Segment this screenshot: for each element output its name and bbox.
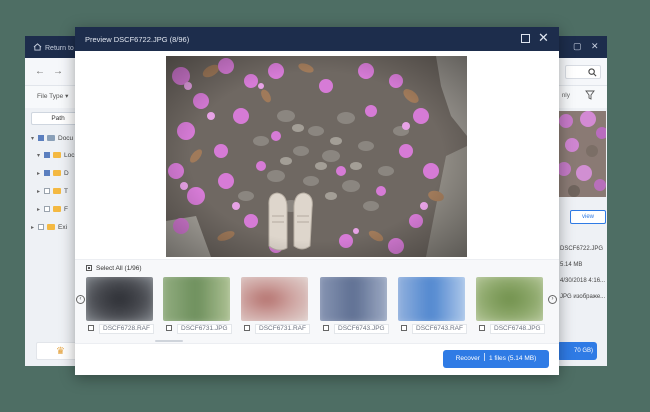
- folder-icon: [47, 135, 55, 141]
- preview-image: [166, 56, 467, 257]
- dialog-title: Preview DSCF6722.JPG (8/96): [85, 35, 190, 44]
- chevron-icon: ▾: [37, 153, 41, 159]
- folder-icon: [53, 188, 61, 194]
- return-link[interactable]: Return to: [33, 43, 74, 52]
- tree-label: T: [64, 188, 68, 195]
- tree-label: F: [64, 206, 68, 213]
- select-all-label: Select All (1/96): [96, 265, 142, 272]
- recover-label: Recover: [455, 355, 480, 362]
- thumbnail-checkbox[interactable]: [244, 325, 250, 331]
- home-icon: [33, 43, 42, 51]
- tree-checkbox[interactable]: [44, 206, 50, 212]
- tree-checkbox[interactable]: [44, 152, 50, 158]
- strip-scrollbar[interactable]: [155, 340, 183, 342]
- thumbnail-label[interactable]: DSCF6743.JPG: [323, 324, 389, 334]
- bg-recover-button[interactable]: 70 GB): [557, 342, 597, 360]
- thumbnail[interactable]: [163, 277, 230, 321]
- maximize-icon[interactable]: [521, 34, 530, 43]
- thumbnail-label[interactable]: DSCF6728.RAF: [88, 324, 154, 334]
- bg-preview-thumbnail: [558, 111, 606, 197]
- select-all-box[interactable]: [86, 265, 92, 271]
- tree-item-d[interactable]: ▸ D: [37, 170, 69, 182]
- thumbnail[interactable]: [86, 277, 153, 321]
- bg-close-icon[interactable]: ✕: [591, 41, 599, 52]
- tree-item-local[interactable]: ▾ Loc: [37, 152, 74, 164]
- chevron-icon: ▾: [31, 136, 35, 142]
- button-divider: [483, 353, 485, 361]
- file-type-label: File Type: [37, 93, 64, 100]
- thumbnail-checkbox[interactable]: [323, 325, 329, 331]
- tree-label: Docu: [58, 135, 74, 142]
- bg-view-button[interactable]: view: [570, 210, 606, 224]
- chevron-right-icon[interactable]: ›: [548, 295, 557, 304]
- chevron-icon: ▸: [37, 189, 41, 195]
- tree-item-existing[interactable]: ▸ Exi: [31, 224, 67, 236]
- thumbnail-checkbox[interactable]: [479, 325, 485, 331]
- thumbnail-name: DSCF6748.JPG: [490, 324, 545, 334]
- forward-arrow-icon[interactable]: →: [53, 66, 63, 77]
- file-type-dropdown[interactable]: File Type ▾: [37, 92, 68, 100]
- thumbnail-checkbox[interactable]: [401, 325, 407, 331]
- folder-icon: [53, 170, 61, 176]
- thumbnail-name: DSCF6743.JPG: [334, 324, 389, 334]
- folder-icon: [53, 152, 61, 158]
- crown-icon: ♛: [56, 346, 65, 357]
- bg-info-date: 4/30/2018 4:16...: [560, 278, 606, 284]
- tree-checkbox[interactable]: [44, 188, 50, 194]
- thumbnail-label[interactable]: DSCF6731.JPG: [166, 324, 232, 334]
- tree-item-documents[interactable]: ▾ Docu: [31, 135, 73, 147]
- chevron-icon: ▸: [37, 171, 41, 177]
- folder-icon: [53, 206, 61, 212]
- dialog-titlebar: Preview DSCF6722.JPG (8/96) ✕: [75, 27, 559, 51]
- thumbnail-label[interactable]: DSCF6743.RAF: [401, 324, 467, 334]
- select-all-checkbox[interactable]: Select All (1/96): [86, 265, 142, 272]
- bg-info-type: JPG изображе...: [560, 294, 606, 300]
- thumbnail-checkbox[interactable]: [166, 325, 172, 331]
- preview-stage: [75, 51, 559, 259]
- return-label: Return to: [45, 45, 74, 52]
- folder-icon: [47, 224, 55, 230]
- thumbnail-checkbox[interactable]: [88, 325, 94, 331]
- thumbnail-name: DSCF6731.RAF: [255, 324, 310, 334]
- tree-label: Exi: [58, 224, 68, 231]
- thumbnail-label[interactable]: DSCF6731.RAF: [244, 324, 310, 334]
- thumbnail[interactable]: [476, 277, 543, 321]
- only-label: nly: [561, 92, 570, 99]
- thumbnail-label[interactable]: DSCF6748.JPG: [479, 324, 545, 334]
- tree-checkbox[interactable]: [38, 135, 44, 141]
- tree-label: D: [64, 170, 69, 177]
- chevron-icon: ▸: [37, 207, 41, 213]
- back-arrow-icon[interactable]: ←: [35, 66, 45, 77]
- close-icon[interactable]: ✕: [538, 30, 549, 46]
- thumbnail[interactable]: [241, 277, 308, 321]
- bg-info-filename: DSCF6722.JPG: [560, 246, 604, 252]
- thumbnail[interactable]: [320, 277, 387, 321]
- preview-dialog: Preview DSCF6722.JPG (8/96) ✕ Select All…: [75, 27, 559, 375]
- recover-detail: 1 files (5.14 MB): [488, 355, 537, 362]
- tree-item-f[interactable]: ▸ F: [37, 206, 68, 218]
- filter-icon[interactable]: [585, 90, 595, 100]
- recover-button[interactable]: Recover 1 files (5.14 MB): [443, 350, 549, 368]
- search-icon: [588, 68, 597, 77]
- thumbnail-strip: Select All (1/96) ‹ › DSCF6728.RAF DSCF6…: [75, 259, 559, 343]
- tree-checkbox[interactable]: [38, 224, 44, 230]
- tree-item-t[interactable]: ▸ T: [37, 188, 68, 200]
- search-input[interactable]: [565, 65, 601, 79]
- thumbnail-name: DSCF6731.JPG: [177, 324, 232, 334]
- bg-maximize-icon[interactable]: ▢: [573, 41, 582, 52]
- tree-label: Loc: [64, 152, 75, 159]
- tree-checkbox[interactable]: [44, 170, 50, 176]
- thumbnail-name: DSCF6728.RAF: [99, 324, 154, 334]
- bg-info-size: 5.14 MB: [560, 262, 583, 268]
- thumbnail[interactable]: [398, 277, 465, 321]
- chevron-icon: ▸: [31, 225, 35, 231]
- dialog-footer: Recover 1 files (5.14 MB): [75, 343, 559, 375]
- thumbnail-name: DSCF6743.RAF: [412, 324, 467, 334]
- chevron-left-icon[interactable]: ‹: [76, 295, 85, 304]
